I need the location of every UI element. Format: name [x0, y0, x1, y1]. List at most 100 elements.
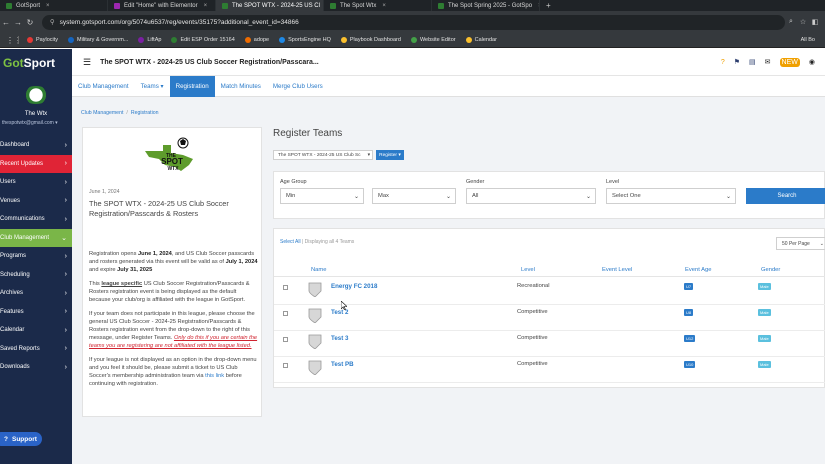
column-header-gender[interactable]: Gender — [761, 267, 780, 273]
per-page-select[interactable]: 50 Per Page ⌄ — [776, 237, 825, 250]
gotsport-favicon-icon — [6, 2, 12, 9]
sidebar-item-features[interactable]: Features › — [0, 303, 72, 322]
browser-tab[interactable]: Edit "Home" with Elementor × — [108, 0, 216, 11]
chevron-down-icon: ⌄ — [445, 193, 451, 200]
tab-match-minutes[interactable]: Match Minutes — [215, 76, 267, 97]
url-field[interactable]: ⚲ system.gotsport.com/org/5074u6537/reg/e… — [41, 14, 785, 30]
tab-registration[interactable]: Registration — [169, 76, 215, 97]
bookmark-item[interactable]: Website Editor — [410, 37, 456, 43]
sidebar-item-saved-reports[interactable]: Saved Reports › — [0, 340, 72, 359]
event-select[interactable]: The SPOT WTX - 2024-25 US Club Sc ▾ — [273, 150, 373, 160]
column-header-event-level[interactable]: Event Level — [602, 267, 632, 273]
browser-tab[interactable]: The Spot Spring 2025 - GotSpo× — [432, 0, 540, 11]
chevron-right-icon: › — [64, 289, 67, 297]
team-name-link[interactable]: Energy FC 2018 — [331, 283, 377, 290]
sidebar-item-recent-updates[interactable]: Recent Updates › — [0, 154, 72, 173]
column-header-name[interactable]: Name — [311, 267, 326, 273]
gotsport-logo[interactable]: Got Sport — [0, 49, 72, 76]
hamburger-menu-icon[interactable]: ☰ — [83, 57, 91, 68]
mail-icon[interactable]: ✉ — [765, 58, 771, 66]
row-checkbox[interactable] — [283, 337, 288, 342]
back-arrow-icon[interactable]: ← — [0, 18, 12, 27]
flag-icon[interactable]: ⚑ — [734, 58, 740, 66]
level-select[interactable]: Select One ⌄ — [606, 188, 736, 204]
team-shield-icon — [308, 308, 322, 323]
browser-tab-active[interactable]: The SPOT WTX - 2024-25 US Cl× — [216, 0, 324, 11]
bookmark-item[interactable]: Calendar — [465, 37, 497, 43]
apps-grid-icon[interactable]: ⋮⋮ — [6, 36, 22, 45]
chat-icon[interactable]: ◉ — [809, 58, 815, 66]
age-max-select[interactable]: Max ⌄ — [372, 188, 456, 204]
tab-teams[interactable]: Teams ▾ — [135, 76, 170, 97]
chevron-right-icon: › — [64, 308, 67, 316]
team-name-link[interactable]: Test 3 — [331, 335, 348, 342]
tab-club-management[interactable]: Club Management — [72, 76, 135, 97]
close-tab-icon[interactable]: × — [382, 3, 386, 9]
new-tab-button[interactable]: + — [540, 1, 557, 10]
browser-tab[interactable]: GotSport × — [0, 0, 108, 11]
row-checkbox[interactable] — [283, 363, 288, 368]
sidebar-item-programs[interactable]: Programs › — [0, 247, 72, 266]
event-age-badge: U10 — [684, 361, 696, 368]
bookmark-item[interactable]: SportsEngine HQ — [279, 37, 331, 43]
bookmark-item[interactable]: Edit ESP Order 15164 — [171, 37, 235, 43]
sidebar-item-calendar[interactable]: Calendar › — [0, 321, 72, 340]
ticket-link[interactable]: this link — [205, 373, 224, 379]
age-min-select[interactable]: Min ⌄ — [280, 188, 364, 204]
close-tab-icon[interactable]: × — [46, 3, 50, 9]
bookmark-item[interactable]: Military & Governm... — [68, 37, 128, 43]
site-info-icon[interactable]: ⚲ — [50, 18, 55, 26]
bookmark-item[interactable]: Playbook Dashboard — [340, 37, 401, 43]
bookmark-item[interactable]: Paylocity — [27, 37, 58, 43]
sidebar-item-venues[interactable]: Venues › — [0, 192, 72, 211]
reload-icon[interactable]: ↻ — [24, 18, 36, 27]
column-header-level[interactable]: Level — [521, 267, 535, 273]
help-icon[interactable]: ? — [721, 59, 725, 66]
team-name-link[interactable]: Test PB — [331, 361, 354, 368]
sidebar-item-club-management[interactable]: Club Management ⌄ — [0, 228, 72, 247]
bookmark-star-icon[interactable]: ☆ — [797, 18, 809, 26]
chevron-down-icon: ⌄ — [585, 193, 591, 200]
close-tab-icon[interactable]: × — [204, 3, 208, 9]
gender-badge: Male — [758, 335, 771, 342]
club-email[interactable]: thespotwtx@gmail.com ▾ — [0, 120, 72, 126]
column-header-event-age[interactable]: Event Age — [685, 267, 711, 273]
zoom-icon[interactable]: ⌕ — [785, 18, 797, 26]
register-button[interactable]: Register ▾ — [376, 150, 404, 160]
sidebar-item-archives[interactable]: Archives › — [0, 284, 72, 303]
team-level: Competitive — [517, 361, 548, 367]
extensions-icon[interactable]: ◧ — [809, 18, 821, 26]
event-age-badge: U8 — [684, 309, 694, 316]
document-icon[interactable]: ▤ — [749, 58, 756, 66]
select-all-link[interactable]: Select All — [280, 239, 301, 245]
browser-tab[interactable]: The Spot Wtx × — [324, 0, 432, 11]
sidebar-item-users[interactable]: Users › — [0, 173, 72, 192]
sidebar-item-downloads[interactable]: Downloads › — [0, 358, 72, 377]
gender-select[interactable]: All ⌄ — [466, 188, 596, 204]
bookmark-item[interactable]: adope — [244, 37, 269, 43]
gender-badge: Male — [758, 309, 771, 316]
row-checkbox[interactable] — [283, 311, 288, 316]
sidebar-item-scheduling[interactable]: Scheduling › — [0, 266, 72, 285]
event-date: June 1, 2024 — [89, 189, 120, 195]
sidebar-item-dashboard[interactable]: Dashboard › — [0, 136, 72, 155]
new-badge[interactable]: NEW — [779, 57, 800, 67]
sidebar-item-communications[interactable]: Communications › — [0, 210, 72, 229]
team-level: Competitive — [517, 309, 548, 315]
row-checkbox[interactable] — [283, 285, 288, 290]
breadcrumb-link[interactable]: Club Management — [81, 110, 123, 116]
team-name-link[interactable]: Test 2 — [331, 309, 348, 316]
search-button[interactable]: Search — [746, 188, 825, 204]
forward-arrow-icon[interactable]: → — [12, 18, 24, 27]
breadcrumb-current[interactable]: Registration — [131, 110, 159, 116]
all-bookmarks[interactable]: All Bo — [801, 37, 815, 43]
page-title: The SPOT WTX - 2024-25 US Club Soccer Re… — [100, 58, 319, 66]
support-button[interactable]: ? Support — [0, 432, 42, 446]
team-count: Displaying all 4 Teams — [304, 239, 355, 245]
bookmark-item[interactable]: LiftAp — [138, 37, 161, 43]
tab-merge-club-users[interactable]: Merge Club Users — [267, 76, 329, 97]
event-paragraph: Registration opens June 1, 2024, and US … — [89, 251, 258, 273]
gender-badge: Male — [758, 283, 771, 290]
event-title: The SPOT WTX - 2024-25 US Club Soccer Re… — [89, 199, 229, 218]
mouse-cursor-icon — [341, 301, 347, 310]
